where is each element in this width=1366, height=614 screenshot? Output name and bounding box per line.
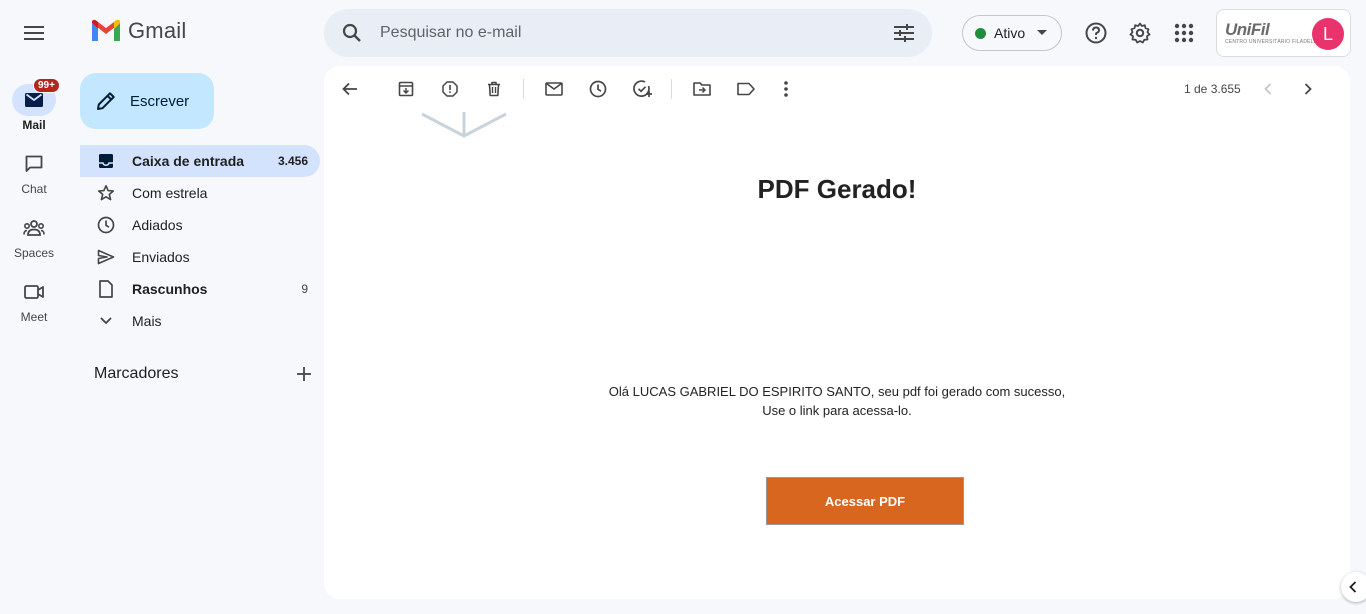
add-label-plus-icon[interactable] xyxy=(288,362,320,386)
rail-label-meet: Meet xyxy=(20,310,48,324)
nav-label-more: Mais xyxy=(132,313,162,329)
compose-button[interactable]: Escrever xyxy=(80,73,214,129)
status-dot xyxy=(975,27,986,39)
chevron-right-icon[interactable] xyxy=(1292,73,1324,105)
labels-title: Marcadores xyxy=(94,365,179,382)
toolbar-divider xyxy=(523,79,524,99)
message-toolbar: 1 de 3.655 xyxy=(324,66,1350,112)
gmail-m-icon xyxy=(92,19,120,41)
send-icon xyxy=(96,249,116,265)
pagination-count: 1 de 3.655 xyxy=(1184,82,1241,96)
account-switcher[interactable]: UniFil CENTRO UNIVERSITÁRIO FILADÉLFIA L xyxy=(1216,9,1351,57)
settings-gear-icon[interactable] xyxy=(1118,11,1162,55)
message-panel: 1 de 3.655 PDF Gerado! Olá LUCAS GABRIEL… xyxy=(324,66,1350,599)
draft-file-icon xyxy=(96,280,116,298)
label-tag-icon[interactable] xyxy=(730,73,762,105)
organization-subtitle: CENTRO UNIVERSITÁRIO FILADÉLFIA xyxy=(1225,39,1323,45)
mail-folder-nav: Caixa de entrada 3.456 Com estrela Adiad… xyxy=(80,145,320,337)
email-message: Olá LUCAS GABRIEL DO ESPIRITO SANTO, seu… xyxy=(324,382,1350,420)
rail-label-spaces: Spaces xyxy=(13,246,55,260)
nav-label-starred: Com estrela xyxy=(132,185,208,201)
rail-item-spaces[interactable]: Spaces xyxy=(0,212,68,260)
search-icon[interactable] xyxy=(324,9,380,57)
chevron-left-icon xyxy=(1349,581,1357,593)
help-icon[interactable] xyxy=(1074,11,1118,55)
compose-label: Escrever xyxy=(130,92,190,110)
video-camera-icon xyxy=(12,276,56,308)
report-spam-icon[interactable] xyxy=(434,73,466,105)
rail-label-chat: Chat xyxy=(21,182,47,196)
chevron-left-icon[interactable] xyxy=(1252,73,1284,105)
rail-item-chat[interactable]: Chat xyxy=(0,148,68,196)
labels-section-header: Marcadores xyxy=(94,362,320,386)
nav-item-snoozed[interactable]: Adiados xyxy=(80,209,320,241)
snooze-clock-icon[interactable] xyxy=(582,73,614,105)
email-heading: PDF Gerado! xyxy=(757,174,917,204)
mail-icon: 99+ xyxy=(12,78,60,116)
pencil-icon xyxy=(97,92,115,110)
archive-icon[interactable] xyxy=(390,73,422,105)
mark-unread-icon[interactable] xyxy=(538,73,570,105)
organization-logo: UniFil CENTRO UNIVERSITÁRIO FILADÉLFIA xyxy=(1225,20,1323,46)
search-bar[interactable] xyxy=(324,9,932,57)
unread-badge: 99+ xyxy=(33,78,60,93)
move-to-folder-icon[interactable] xyxy=(686,73,718,105)
nav-item-starred[interactable]: Com estrela xyxy=(80,177,320,209)
status-selector[interactable]: Ativo xyxy=(962,15,1062,51)
organization-brand: UniFil xyxy=(1225,20,1270,39)
back-arrow-icon[interactable] xyxy=(334,73,366,105)
nav-item-inbox[interactable]: Caixa de entrada 3.456 xyxy=(80,145,320,177)
add-task-icon[interactable] xyxy=(627,73,659,105)
email-message-line-2: Use o link para acessa-lo. xyxy=(762,403,912,418)
star-icon xyxy=(96,184,116,202)
email-message-line-1: Olá LUCAS GABRIEL DO ESPIRITO SANTO, seu… xyxy=(608,384,1066,399)
chat-icon xyxy=(12,148,56,180)
toolbar-divider xyxy=(671,79,672,99)
rail-label-mail: Mail xyxy=(22,118,46,132)
apps-grid-icon[interactable] xyxy=(1162,11,1206,55)
hamburger-icon xyxy=(24,26,44,40)
gmail-logo[interactable]: Gmail xyxy=(90,18,186,44)
status-label: Ativo xyxy=(994,25,1026,41)
more-options-icon[interactable] xyxy=(770,73,802,105)
search-input[interactable] xyxy=(380,24,876,42)
delete-trash-icon[interactable] xyxy=(478,73,510,105)
app-name: Gmail xyxy=(128,18,187,43)
rail-item-mail[interactable]: 99+ Mail xyxy=(0,78,68,132)
chevron-down-icon xyxy=(96,317,116,325)
search-options-icon[interactable] xyxy=(876,9,932,57)
nav-item-sent[interactable]: Enviados xyxy=(80,241,320,273)
nav-label-drafts: Rascunhos xyxy=(132,281,208,297)
app-rail: 99+ Mail Chat Spaces Meet xyxy=(0,66,68,614)
drafts-count: 9 xyxy=(301,282,308,296)
decorative-chevron-graphic xyxy=(421,112,507,138)
caret-down-icon xyxy=(1037,30,1048,35)
nav-label-inbox: Caixa de entrada xyxy=(132,153,245,169)
inbox-icon xyxy=(96,153,116,169)
access-pdf-button[interactable]: Acessar PDF xyxy=(766,477,964,525)
nav-label-snoozed: Adiados xyxy=(132,217,183,233)
main-menu-button[interactable] xyxy=(10,9,58,57)
nav-label-sent: Enviados xyxy=(132,249,190,265)
nav-item-more[interactable]: Mais xyxy=(80,305,320,337)
spaces-icon xyxy=(12,212,56,244)
clock-icon xyxy=(96,216,116,234)
nav-item-drafts[interactable]: Rascunhos 9 xyxy=(80,273,320,305)
side-panel-toggle[interactable] xyxy=(1341,572,1366,602)
inbox-unread-count: 3.456 xyxy=(277,154,308,168)
email-body: PDF Gerado! Olá LUCAS GABRIEL DO ESPIRIT… xyxy=(324,112,1350,599)
avatar[interactable]: L xyxy=(1312,18,1344,50)
rail-item-meet[interactable]: Meet xyxy=(0,276,68,324)
